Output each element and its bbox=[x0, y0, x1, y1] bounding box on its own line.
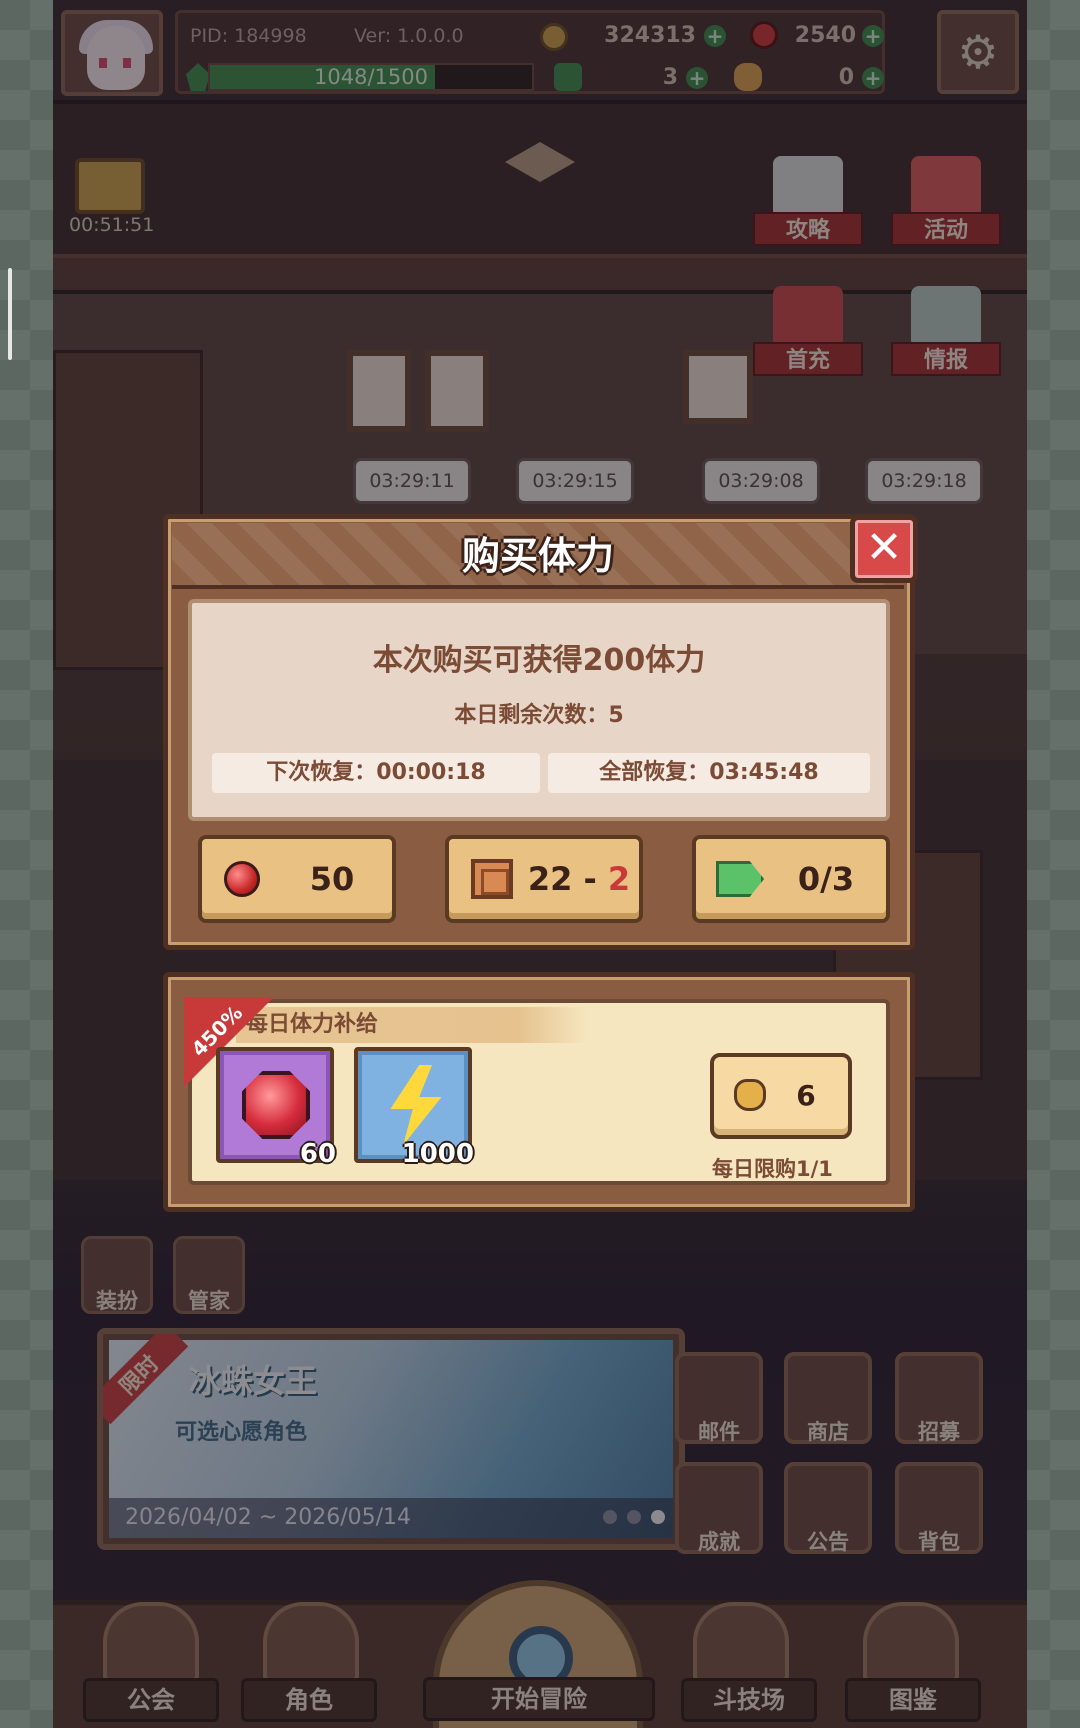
purchase-limit: 每日限购1/1 bbox=[712, 1157, 833, 1181]
ticket-icon bbox=[471, 859, 513, 899]
full-recover-time: 全部恢复：03:45:48 bbox=[548, 753, 870, 793]
buy-with-tag-button[interactable]: 0/3 bbox=[692, 835, 890, 923]
dialog-body: 本次购买可获得200体力 本日剩余次数：5 下次恢复：00:00:18 全部恢复… bbox=[188, 599, 890, 821]
next-recover-time: 下次恢复：00:00:18 bbox=[212, 753, 540, 793]
supply-title: 每日体力补给 bbox=[236, 1007, 588, 1043]
close-button[interactable]: ✕ bbox=[850, 515, 918, 583]
ticket-separator: - bbox=[572, 860, 608, 898]
lightning-icon bbox=[390, 1065, 442, 1145]
green-tag-icon bbox=[716, 861, 764, 897]
supply-inner: 每日体力补给 450% 60 1000 6 每日限购1/1 bbox=[184, 997, 890, 1185]
ruby-item-slot[interactable]: 60 bbox=[216, 1047, 336, 1169]
ticket-cost: 22 - 2 bbox=[519, 839, 639, 919]
tag-count: 0/3 bbox=[797, 860, 855, 898]
supply-buy-button[interactable]: 6 bbox=[710, 1053, 852, 1139]
stamina-item-slot[interactable]: 1000 bbox=[354, 1047, 474, 1169]
dialog-title: 购买体力 bbox=[461, 534, 614, 578]
ticket-owned: 22 bbox=[527, 860, 573, 898]
buy-stamina-dialog: 购买体力 ✕ 本次购买可获得200体力 本日剩余次数：5 下次恢复：00:00:… bbox=[163, 514, 918, 950]
dialog-title-bar: 购买体力 bbox=[172, 523, 904, 589]
ruby-quantity: 60 bbox=[299, 1139, 336, 1169]
stamina-quantity: 1000 bbox=[401, 1139, 474, 1169]
buy-with-gem-button[interactable]: 50 bbox=[198, 835, 396, 923]
daily-supply-card: 每日体力补给 450% 60 1000 6 每日限购1/1 bbox=[163, 972, 915, 1212]
gain-text: 本次购买可获得200体力 bbox=[372, 643, 706, 678]
gem-cost: 50 bbox=[309, 860, 355, 898]
ticket-needed: 2 bbox=[607, 860, 631, 898]
remaining-count: 本日剩余次数：5 bbox=[454, 703, 624, 728]
pouch-icon bbox=[734, 1079, 766, 1111]
ruby-icon bbox=[242, 1071, 310, 1139]
close-icon: ✕ bbox=[865, 522, 903, 573]
side-handle[interactable] bbox=[8, 268, 12, 360]
buy-with-ticket-button[interactable]: 22 - 2 bbox=[445, 835, 643, 923]
supply-price: 6 bbox=[796, 1079, 816, 1112]
red-gem-icon bbox=[224, 861, 260, 897]
